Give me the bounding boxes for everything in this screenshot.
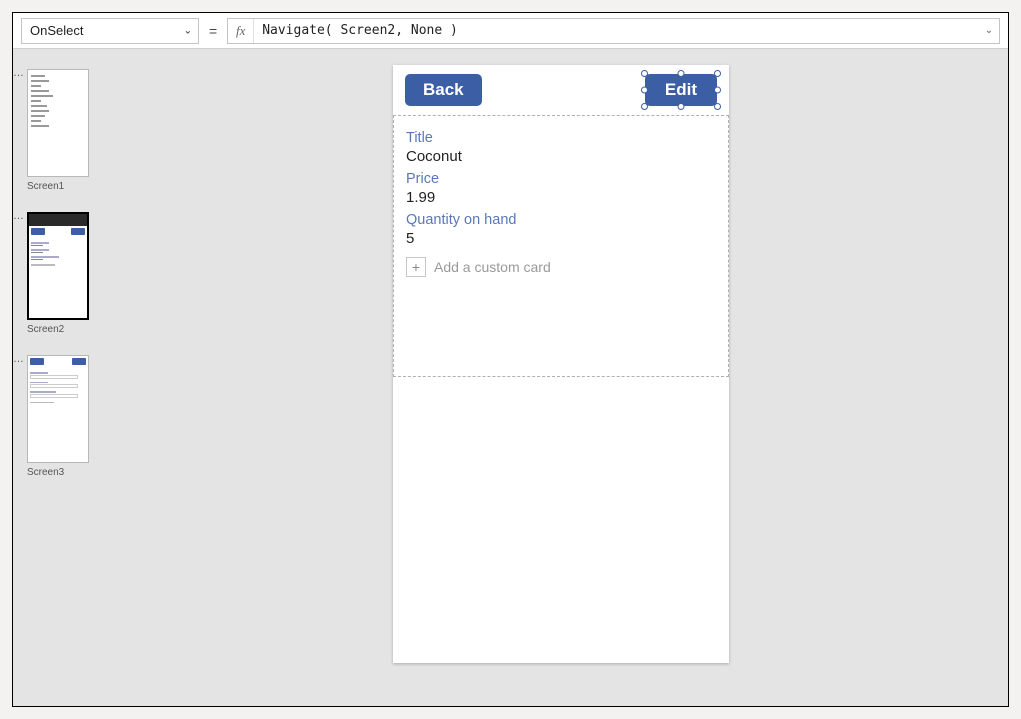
selection-handle[interactable] [714,103,721,110]
screen-thumbnail-3[interactable]: … Screen3 [15,355,105,478]
selection-handle[interactable] [677,103,684,110]
selection-handle[interactable] [714,87,721,94]
more-icon[interactable]: … [13,214,23,218]
chevron-down-icon: ⌄ [184,25,192,36]
selection-handle[interactable] [677,70,684,77]
more-icon[interactable]: … [13,357,23,361]
property-selector-value: OnSelect [30,23,83,38]
editor-body: … Screen1 … [13,49,1008,706]
plus-icon: + [406,257,426,277]
more-icon[interactable]: … [13,71,23,75]
canvas-phone: Back Edit Title Coconut Price 1.99 [393,65,729,663]
field-value-title: Coconut [406,148,716,165]
field-label-quantity: Quantity on hand [406,212,716,228]
equals-sign: = [207,23,219,39]
screen-thumbnail-2[interactable]: … Screen2 [15,212,105,335]
add-custom-card[interactable]: + Add a custom card [406,257,716,277]
selection-handle[interactable] [714,70,721,77]
screens-panel: … Screen1 … [15,69,105,498]
app-frame: OnSelect ⌄ = fx Navigate( Screen2, None … [12,12,1009,707]
thumbnail-label: Screen2 [27,324,105,335]
add-card-label: Add a custom card [434,259,551,275]
selection-handle[interactable] [641,103,648,110]
field-value-quantity: 5 [406,230,716,247]
formula-expand-chevron-icon[interactable]: ⌄ [979,25,999,36]
field-label-title: Title [406,130,716,146]
thumbnail-preview [27,212,89,320]
field-value-price: 1.99 [406,189,716,206]
screen-header: Back Edit [393,65,729,115]
thumbnail-label: Screen1 [27,181,105,192]
thumbnail-preview [27,69,89,177]
formula-text: Navigate( Screen2, None ) [254,23,979,38]
thumbnail-label: Screen3 [27,467,105,478]
fx-icon: fx [228,19,254,43]
selection-handle[interactable] [641,70,648,77]
thumbnail-preview [27,355,89,463]
field-label-price: Price [406,171,716,187]
back-button[interactable]: Back [405,74,482,106]
formula-bar: OnSelect ⌄ = fx Navigate( Screen2, None … [13,13,1008,49]
display-form: Title Coconut Price 1.99 Quantity on han… [393,115,729,377]
edit-button-selection[interactable]: Edit [645,74,717,106]
property-selector[interactable]: OnSelect ⌄ [21,18,199,44]
selection-handle[interactable] [641,87,648,94]
screen-thumbnail-1[interactable]: … Screen1 [15,69,105,192]
edit-button[interactable]: Edit [645,74,717,106]
formula-input[interactable]: fx Navigate( Screen2, None ) ⌄ [227,18,1000,44]
